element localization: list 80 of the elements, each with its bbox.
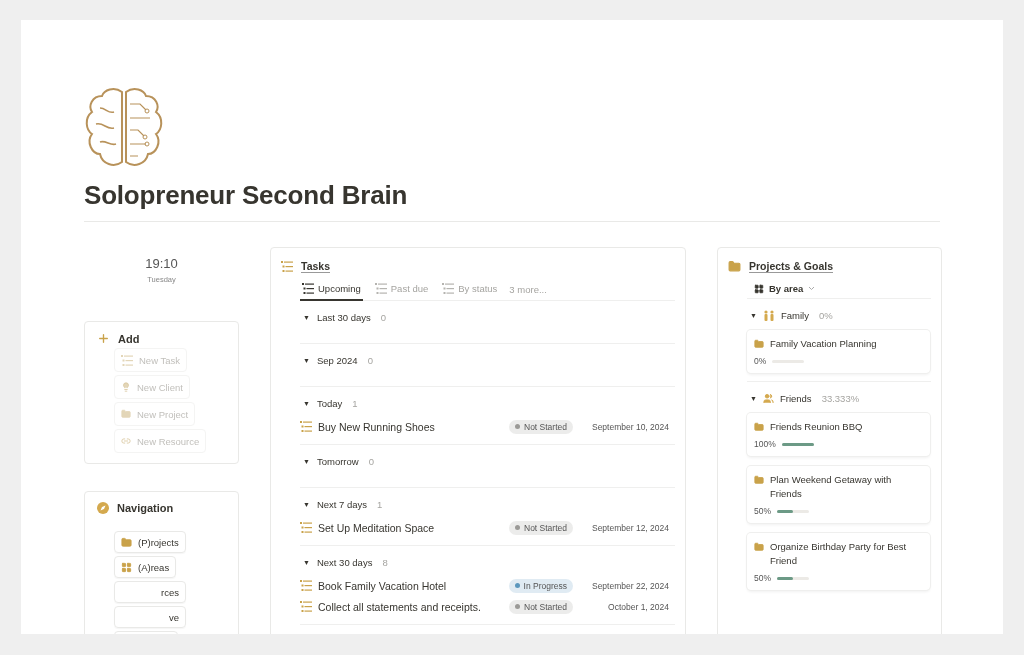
progress-track <box>777 576 809 580</box>
folder-icon <box>121 536 132 548</box>
group-count: 0 <box>380 311 387 323</box>
checklist-icon <box>442 283 455 294</box>
view-tab[interactable]: Upcoming <box>300 279 363 301</box>
checklist-icon <box>302 283 314 294</box>
group-name: Next 30 days <box>316 556 373 568</box>
progress-percent: 50% <box>754 506 771 516</box>
compass-icon <box>97 502 109 514</box>
due-date: September 22, 2024 <box>590 580 669 591</box>
people-icon <box>762 309 775 321</box>
checklist-icon <box>121 354 133 366</box>
group-name: Friends <box>779 392 812 404</box>
group-name: Today <box>316 397 343 409</box>
panel-title: Add <box>118 332 140 345</box>
group-count: 1 <box>352 397 358 409</box>
page-title: Solopreneur Second Brain <box>84 180 940 222</box>
folder-icon <box>121 409 131 419</box>
checklist-icon <box>300 522 312 533</box>
navigation-link[interactable]: rces <box>114 581 186 603</box>
folder-icon <box>754 475 764 485</box>
progress-percent: 50% <box>754 573 771 583</box>
due-date: October 1, 2024 <box>607 601 669 612</box>
link-icon <box>121 436 131 446</box>
project-name: Organize Birthday Party for Best Friend <box>770 540 908 568</box>
group-name: Next 7 days <box>316 498 368 510</box>
group-percent: 33.333% <box>821 392 860 404</box>
task-name[interactable]: Set Up Meditation Space <box>318 521 503 534</box>
panel-title[interactable]: Projects & Goals <box>749 260 834 273</box>
group-percent: 0% <box>818 309 833 321</box>
due-date: September 10, 2024 <box>590 421 669 432</box>
project-card[interactable]: Organize Birthday Party for Best Friend 50% <box>747 533 930 590</box>
grid-icon <box>754 283 764 294</box>
checklist-icon <box>281 261 293 272</box>
project-name: Friends Reunion BBQ <box>770 420 863 434</box>
navigation-link[interactable]: (A)reas <box>114 556 177 578</box>
group-icon <box>762 392 774 404</box>
clock-time: 19:10 <box>145 256 178 271</box>
project-card[interactable]: Plan Weekend Getaway with Friends 50% <box>747 466 930 523</box>
task-name[interactable]: Collect all statements and receipts. <box>318 600 503 613</box>
checklist-icon <box>300 580 312 591</box>
project-name: Plan Weekend Getaway with Friends <box>770 473 893 501</box>
navigation-link[interactable]: (P)rojects <box>114 531 186 553</box>
task-name[interactable]: Buy New Running Shoes <box>318 420 503 433</box>
group-name: Last 30 days <box>316 311 371 323</box>
status-tag: Not Started <box>509 520 573 535</box>
folder-icon <box>754 542 764 552</box>
project-card[interactable]: Friends Reunion BBQ 100% <box>747 413 930 456</box>
grid-icon <box>121 561 132 573</box>
group-count: 0 <box>367 354 373 366</box>
progress-percent: 100% <box>754 439 776 449</box>
group-name: Sep 2024 <box>316 354 358 366</box>
lightbulb-icon <box>121 382 131 392</box>
status-tag: Not Started <box>509 419 573 434</box>
checklist-icon <box>300 601 312 612</box>
status-tag: In Progress <box>508 578 573 593</box>
group-name: Tomorrow <box>316 455 359 467</box>
plus-icon <box>97 332 110 345</box>
progress-track <box>781 442 814 446</box>
progress-percent: 0% <box>754 356 767 366</box>
panel-title[interactable]: Tasks <box>301 260 330 273</box>
checklist-icon <box>374 283 387 294</box>
folder-icon <box>754 422 764 432</box>
navigation-link[interactable]: ve <box>114 606 187 628</box>
view-selector[interactable]: By area <box>754 279 931 298</box>
task-name[interactable]: Book Family Vacation Hotel <box>318 579 503 592</box>
folder-icon <box>728 260 741 273</box>
group-count: 0 <box>368 455 374 467</box>
panel-title: Navigation <box>117 502 174 514</box>
chevron-down-icon <box>808 286 816 291</box>
progress-track <box>777 509 809 513</box>
group-count: 8 <box>382 556 388 568</box>
due-date: September 12, 2024 <box>590 522 669 533</box>
checklist-icon <box>300 421 312 432</box>
status-tag: Not Started <box>509 599 573 614</box>
group-count: 1 <box>377 498 383 510</box>
project-card[interactable]: Family Vacation Planning 0% <box>747 330 930 373</box>
group-name: Family <box>780 309 809 321</box>
folder-icon <box>754 339 764 349</box>
project-name: Family Vacation Planning <box>770 337 877 351</box>
